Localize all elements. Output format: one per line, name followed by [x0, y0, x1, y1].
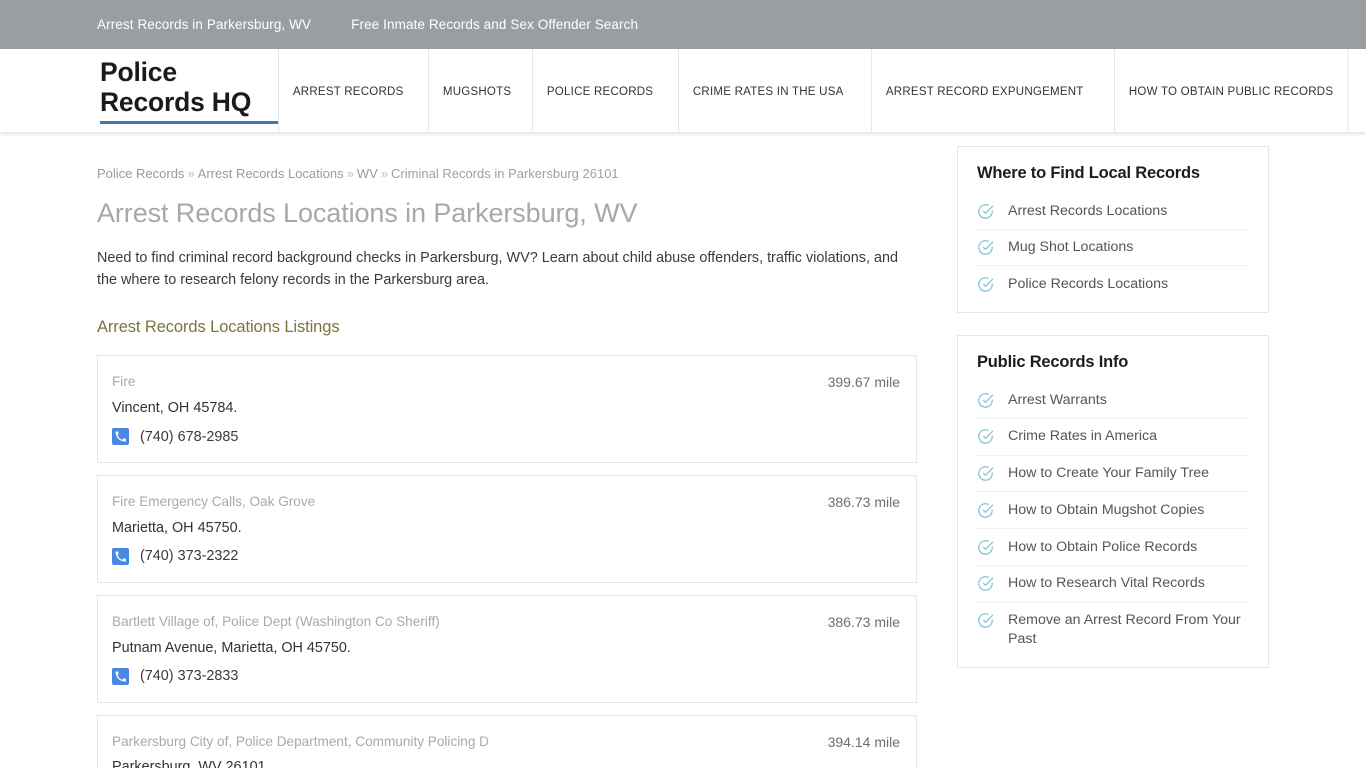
- logo[interactable]: Police Records HQ: [0, 49, 278, 132]
- sidebar-item-label[interactable]: Arrest Warrants: [1008, 391, 1107, 410]
- widget-title: Where to Find Local Records: [977, 164, 1200, 182]
- listing-address: Parkersburg, WV 26101.: [112, 759, 270, 768]
- sidebar-item-arrest-records-locations[interactable]: Arrest Records Locations: [977, 193, 1249, 230]
- listing-header-row: Bartlett Village of, Police Dept (Washin…: [112, 613, 900, 632]
- nav-item-mugshots[interactable]: MUGSHOTS: [427, 49, 525, 132]
- breadcrumb-item-police-records[interactable]: Police Records: [97, 166, 184, 181]
- listing-name[interactable]: Bartlett Village of, Police Dept (Washin…: [112, 613, 460, 631]
- listing-phone-number[interactable]: (740) 373-2322: [140, 548, 238, 564]
- sidebar-item-label[interactable]: Arrest Records Locations: [1008, 202, 1167, 221]
- sidebar-item-create-family-tree[interactable]: How to Create Your Family Tree: [977, 456, 1249, 493]
- sidebar-item-police-records-locations[interactable]: Police Records Locations: [977, 266, 1249, 302]
- sidebar-item-mug-shot-locations[interactable]: Mug Shot Locations: [977, 230, 1249, 267]
- nav-item-expungement[interactable]: ARREST RECORD EXPUNGEMENT: [870, 49, 1098, 132]
- widget-public-records-info: Public Records Info Arrest Warrants Crim…: [957, 335, 1269, 669]
- sidebar-item-label[interactable]: How to Create Your Family Tree: [1008, 464, 1209, 483]
- phone-icon: [112, 667, 129, 685]
- sidebar-item-label[interactable]: How to Research Vital Records: [1008, 574, 1205, 593]
- listing-phone-row: (740) 373-2322: [112, 547, 900, 565]
- logo-text: Police Records HQ: [100, 57, 278, 125]
- listings-heading: Arrest Records Locations Listings: [97, 318, 340, 337]
- main-content: Police Records» Arrest Records Locations»…: [97, 132, 917, 768]
- listing-distance: 386.73 mile: [827, 613, 900, 630]
- listing-distance: 386.73 mile: [827, 494, 900, 510]
- check-circle-icon: [977, 502, 994, 519]
- sidebar-item-label[interactable]: How to Obtain Mugshot Copies: [1008, 501, 1204, 520]
- nav-item-police-records[interactable]: POLICE RECORDS: [532, 49, 667, 132]
- breadcrumb-separator: »: [346, 166, 354, 181]
- listing-header-row: Fire 399.67 mile: [112, 373, 900, 392]
- listing-name[interactable]: Parkersburg City of, Police Department, …: [112, 733, 509, 751]
- check-circle-icon: [977, 539, 994, 556]
- widget-list: Arrest Records Locations Mug Shot Locati…: [977, 193, 1249, 302]
- breadcrumb: Police Records» Arrest Records Locations»…: [97, 165, 917, 183]
- listing-distance: 399.67 mile: [827, 374, 900, 391]
- topbar-link-inmate-search[interactable]: Free Inmate Records and Sex Offender Sea…: [351, 17, 638, 32]
- sidebar-item-research-vital-records[interactable]: How to Research Vital Records: [977, 566, 1249, 603]
- sidebar-item-label[interactable]: Police Records Locations: [1008, 275, 1168, 294]
- listing-phone-row: (740) 373-2833: [112, 667, 900, 685]
- widget-where-to-find-local-records: Where to Find Local Records Arrest Recor…: [957, 146, 1269, 314]
- check-circle-icon: [977, 465, 994, 482]
- listing-card[interactable]: Fire Emergency Calls, Oak Grove 386.73 m…: [97, 475, 917, 583]
- listing-card[interactable]: Fire 399.67 mile Vincent, OH 45784. (740…: [97, 355, 917, 463]
- check-circle-icon: [977, 428, 994, 445]
- sidebar-item-remove-arrest-record[interactable]: Remove an Arrest Record From Your Past: [977, 603, 1249, 657]
- check-circle-icon: [977, 392, 994, 409]
- listing-card[interactable]: Parkersburg City of, Police Department, …: [97, 714, 917, 768]
- breadcrumb-item-current: Criminal Records in Parkersburg 26101: [391, 166, 619, 181]
- phone-icon: [112, 547, 129, 565]
- page-body: Police Records» Arrest Records Locations»…: [0, 132, 1366, 768]
- main-navigation: ARREST RECORDS MUGSHOTS POLICE RECORDS C…: [277, 49, 1366, 132]
- intro-paragraph: Need to find criminal record background …: [97, 249, 898, 288]
- listing-distance: 394.14 mile: [827, 733, 900, 750]
- breadcrumb-item-wv[interactable]: WV: [357, 166, 378, 181]
- sidebar-item-obtain-mugshot-copies[interactable]: How to Obtain Mugshot Copies: [977, 492, 1249, 530]
- sidebar-item-label[interactable]: Crime Rates in America: [1008, 427, 1157, 446]
- listing-phone-number[interactable]: (740) 678-2985: [140, 429, 238, 445]
- listing-address: Putnam Avenue, Marietta, OH 45750.: [112, 639, 351, 656]
- sidebar-item-label[interactable]: How to Obtain Police Records: [1008, 538, 1197, 557]
- listing-name[interactable]: Fire: [112, 373, 155, 391]
- listing-header-row: Fire Emergency Calls, Oak Grove 386.73 m…: [112, 493, 900, 512]
- sidebar-item-arrest-warrants[interactable]: Arrest Warrants: [977, 382, 1249, 419]
- check-circle-icon: [977, 612, 994, 629]
- sidebar: Where to Find Local Records Arrest Recor…: [957, 132, 1269, 768]
- listing-card[interactable]: Bartlett Village of, Police Dept (Washin…: [97, 594, 917, 703]
- site-header: Police Records HQ ARREST RECORDS MUGSHOT…: [0, 49, 1366, 132]
- breadcrumb-item-arrest-records-locations[interactable]: Arrest Records Locations: [198, 166, 344, 181]
- nav-item-obtain-public-records[interactable]: HOW TO OBTAIN PUBLIC RECORDS: [1114, 49, 1349, 132]
- check-circle-icon: [977, 575, 994, 592]
- top-utility-bar: Arrest Records in Parkersburg, WV Free I…: [0, 0, 1366, 49]
- sidebar-item-label[interactable]: Remove an Arrest Record From Your Past: [1008, 611, 1249, 648]
- phone-icon: [112, 428, 129, 445]
- listing-address: Vincent, OH 45784.: [112, 400, 238, 417]
- nav-item-crime-rates[interactable]: CRIME RATES IN THE USA: [677, 49, 858, 132]
- listing-phone-number[interactable]: (740) 373-2833: [140, 668, 238, 684]
- listing-phone-row: (740) 678-2985: [112, 428, 900, 445]
- breadcrumb-separator: »: [380, 166, 389, 181]
- topbar-link-arrest-records[interactable]: Arrest Records in Parkersburg, WV: [97, 17, 311, 32]
- sidebar-item-crime-rates-in-america[interactable]: Crime Rates in America: [977, 419, 1249, 456]
- listing-header-row: Parkersburg City of, Police Department, …: [112, 733, 900, 752]
- check-circle-icon: [977, 239, 994, 256]
- widget-title: Public Records Info: [977, 353, 1129, 372]
- breadcrumb-separator: »: [187, 166, 195, 181]
- sidebar-item-label[interactable]: Mug Shot Locations: [1008, 238, 1133, 257]
- widget-list: Arrest Warrants Crime Rates in America H…: [977, 382, 1249, 657]
- check-circle-icon: [977, 203, 994, 220]
- nav-item-arrest-records[interactable]: ARREST RECORDS: [277, 49, 417, 132]
- listing-address: Marietta, OH 45750.: [112, 519, 242, 536]
- check-circle-icon: [977, 276, 994, 293]
- listing-name[interactable]: Fire Emergency Calls, Oak Grove: [112, 493, 335, 511]
- page-title: Arrest Records Locations in Parkersburg,…: [97, 198, 638, 229]
- sidebar-item-obtain-police-records[interactable]: How to Obtain Police Records: [977, 529, 1249, 566]
